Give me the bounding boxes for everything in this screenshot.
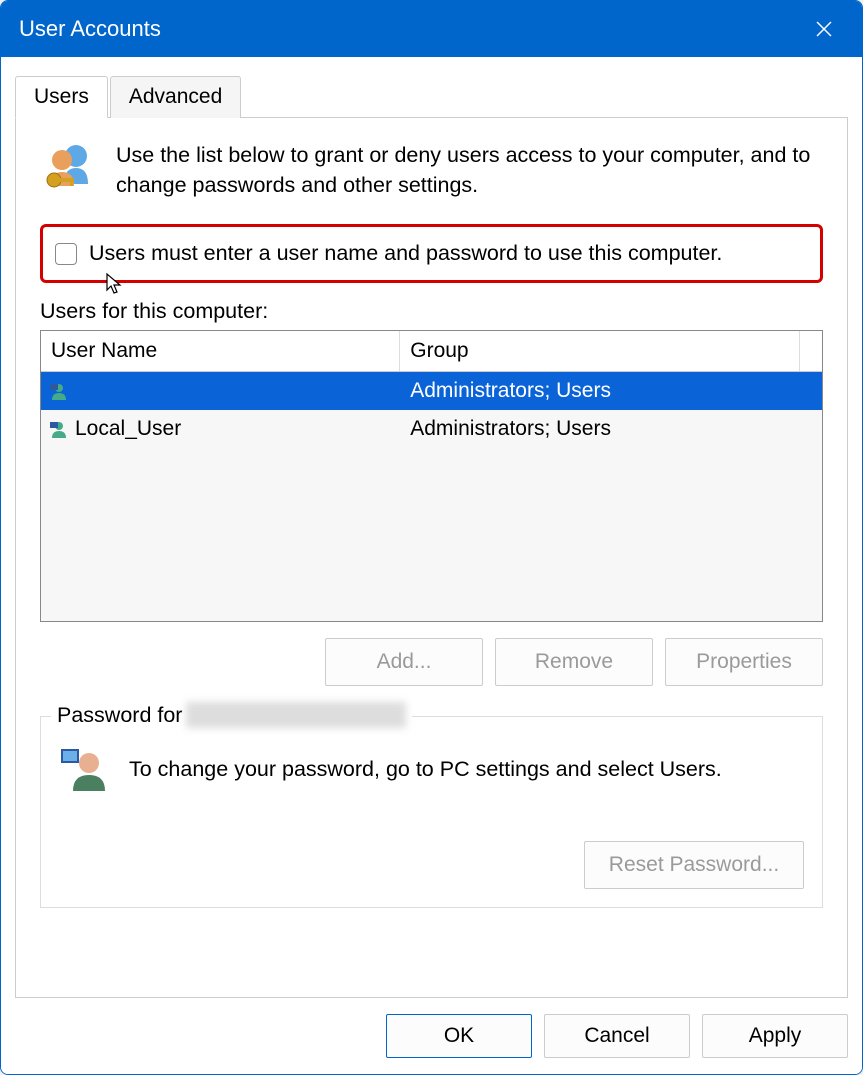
intro-text: Use the list below to grant or deny user… bbox=[116, 140, 823, 200]
password-fieldset: Password for To change your password, go… bbox=[40, 716, 823, 908]
dialog-content: Users Advanced Use the list below to gra… bbox=[1, 57, 862, 998]
users-table: User Name Group Administrators; Users Lo… bbox=[40, 330, 823, 622]
user-icon bbox=[47, 419, 71, 439]
password-legend-username bbox=[186, 702, 406, 728]
user-accounts-window: User Accounts Users Advanced Use the bbox=[0, 0, 863, 1075]
require-login-checkbox[interactable] bbox=[55, 243, 77, 265]
tab-advanced[interactable]: Advanced bbox=[110, 76, 241, 118]
remove-button[interactable]: Remove bbox=[495, 638, 653, 686]
tab-strip: Users Advanced bbox=[15, 76, 848, 118]
password-legend: Password for bbox=[51, 702, 412, 728]
table-row[interactable]: Administrators; Users bbox=[41, 372, 822, 410]
cell-group: Administrators; Users bbox=[400, 417, 822, 441]
table-header: User Name Group bbox=[41, 331, 822, 372]
table-row[interactable]: Local_User Administrators; Users bbox=[41, 410, 822, 448]
close-icon bbox=[815, 20, 833, 38]
properties-button[interactable]: Properties bbox=[665, 638, 823, 686]
tab-panel-users: Use the list below to grant or deny user… bbox=[15, 117, 848, 998]
table-body: Administrators; Users Local_User Adminis… bbox=[41, 372, 822, 448]
add-button[interactable]: Add... bbox=[325, 638, 483, 686]
user-avatar-icon bbox=[59, 745, 107, 793]
column-header-username[interactable]: User Name bbox=[41, 331, 400, 371]
close-button[interactable] bbox=[804, 9, 844, 49]
users-key-icon bbox=[40, 140, 98, 198]
users-list-label: Users for this computer: bbox=[40, 299, 823, 324]
require-login-label: Users must enter a user name and passwor… bbox=[89, 241, 722, 266]
reset-password-button[interactable]: Reset Password... bbox=[584, 841, 804, 889]
apply-button[interactable]: Apply bbox=[702, 1014, 848, 1058]
titlebar[interactable]: User Accounts bbox=[1, 1, 862, 57]
intro-row: Use the list below to grant or deny user… bbox=[40, 140, 823, 200]
tab-users[interactable]: Users bbox=[15, 76, 108, 118]
user-buttons-row: Add... Remove Properties bbox=[40, 638, 823, 686]
require-login-row: Users must enter a user name and passwor… bbox=[55, 241, 808, 266]
cursor-icon bbox=[105, 272, 125, 296]
highlight-annotation: Users must enter a user name and passwor… bbox=[40, 224, 823, 283]
reset-row: Reset Password... bbox=[59, 841, 804, 889]
ok-button[interactable]: OK bbox=[386, 1014, 532, 1058]
cell-username: Local_User bbox=[75, 417, 400, 441]
cancel-button[interactable]: Cancel bbox=[544, 1014, 690, 1058]
password-row: To change your password, go to PC settin… bbox=[59, 745, 804, 793]
user-icon bbox=[47, 381, 71, 401]
password-instruction-text: To change your password, go to PC settin… bbox=[129, 757, 722, 782]
window-title: User Accounts bbox=[19, 16, 161, 42]
password-legend-prefix: Password for bbox=[57, 703, 182, 728]
cell-group: Administrators; Users bbox=[400, 379, 822, 403]
column-header-group[interactable]: Group bbox=[400, 331, 822, 371]
dialog-footer: OK Cancel Apply bbox=[1, 998, 862, 1074]
